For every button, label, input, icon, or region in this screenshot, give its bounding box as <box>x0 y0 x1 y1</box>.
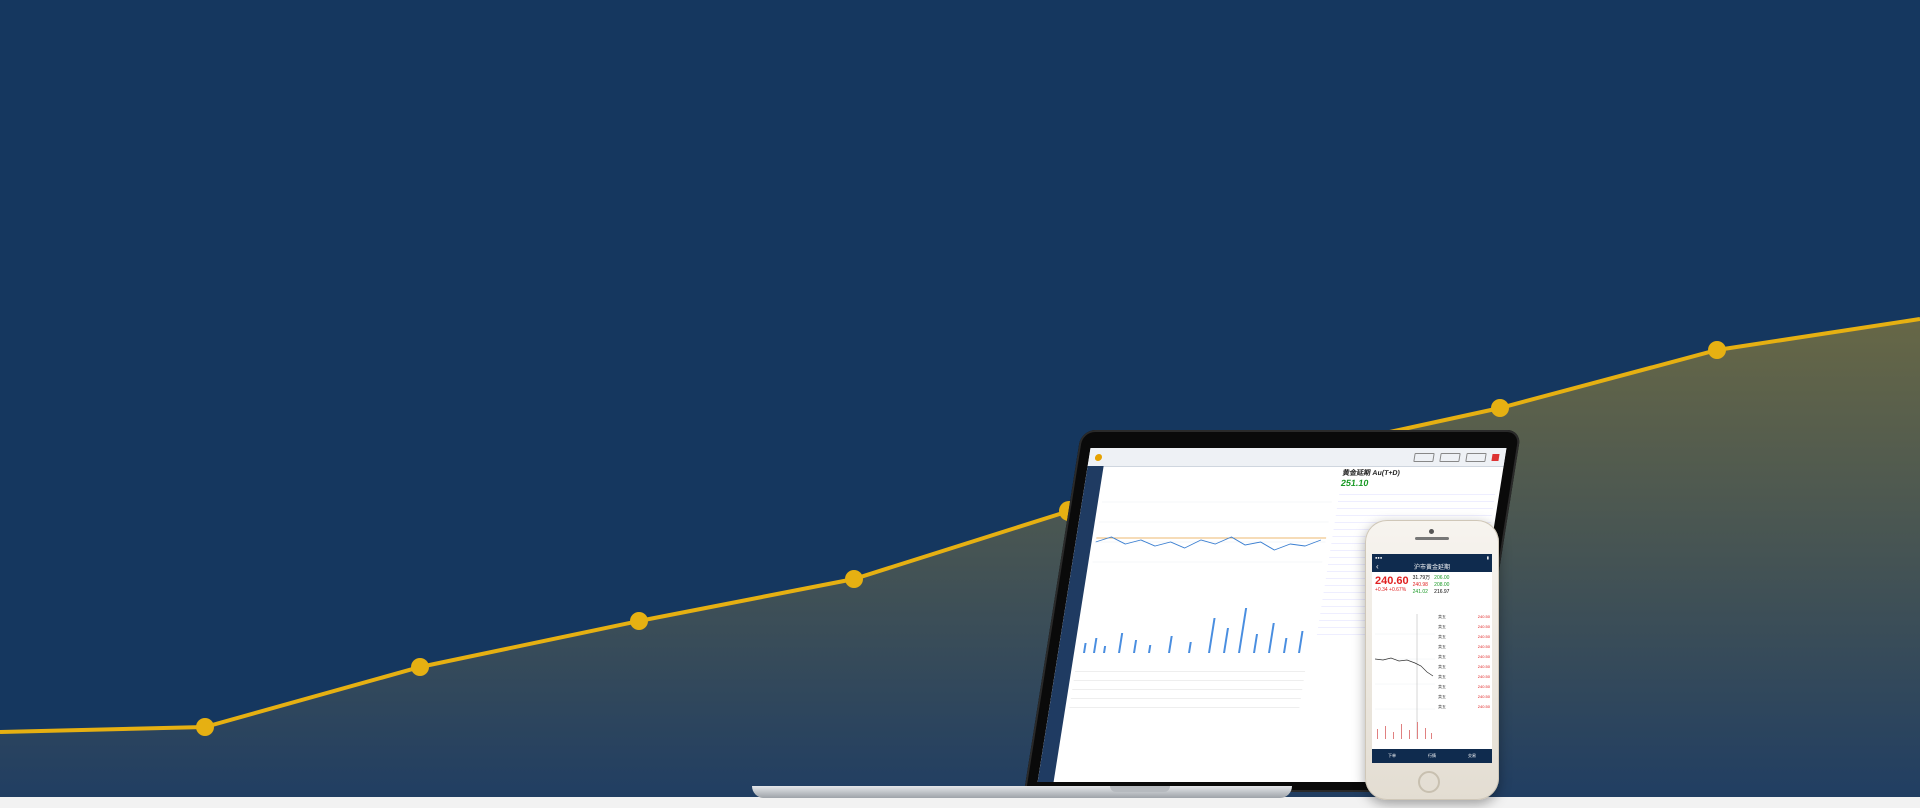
list-item[interactable] <box>1075 663 1307 672</box>
line-point <box>1491 399 1509 417</box>
order-row: 卖五 240.50 <box>1438 684 1490 689</box>
phone-stat: 240.98 <box>1412 582 1428 588</box>
phone-mockup: ●●● ▮ ‹ 沪市黄金延期 240.60 +0.34 +0.67% 31.79万… <box>1365 520 1499 800</box>
order-row: 卖五 240.50 <box>1438 704 1490 709</box>
tab-trade[interactable]: 交易 <box>1468 753 1476 759</box>
order-row: 卖五 240.50 <box>1438 624 1490 629</box>
phone-change: +0.34 +0.67% <box>1375 587 1407 593</box>
growth-line-graphic <box>0 317 1920 808</box>
hero-banner: 黄金延期 Au(T+D) 251.10 ●●● ▮ ‹ 沪市黄金延期 240.6… <box>0 0 1920 808</box>
tab-quote[interactable]: 行情 <box>1428 753 1436 759</box>
quote-name: 黄金延期 Au(T+D) <box>1341 470 1401 477</box>
quote-price: 251.10 <box>1340 478 1370 488</box>
line-point <box>411 658 429 676</box>
phone-title: 沪市黄金延期 <box>1413 564 1450 571</box>
toolbar-button[interactable] <box>1439 452 1461 462</box>
line-point <box>196 718 214 736</box>
price-chart <box>1092 501 1332 563</box>
list-item[interactable] <box>1069 699 1301 708</box>
phone-chart <box>1375 614 1435 739</box>
phone-quote: 240.60 +0.34 +0.67% 31.79万 240.98 241.02… <box>1372 572 1492 599</box>
order-row: 卖五 240.50 <box>1438 654 1490 659</box>
order-row: 卖五 240.50 <box>1438 634 1490 639</box>
order-row: 卖五 240.50 <box>1438 694 1490 699</box>
volume-chart <box>1083 608 1304 653</box>
phone-stat: 31.79万 <box>1412 575 1431 581</box>
phone-tabbar: 下单 行情 交易 <box>1372 749 1492 763</box>
toolbar-button[interactable] <box>1465 452 1487 462</box>
close-icon[interactable] <box>1491 453 1500 461</box>
phone-screen: ●●● ▮ ‹ 沪市黄金延期 240.60 +0.34 +0.67% 31.79万… <box>1372 554 1492 763</box>
price-line <box>1095 536 1322 551</box>
order-row: 卖五 240.50 <box>1438 644 1490 649</box>
area-fill <box>0 319 1920 808</box>
list-item[interactable] <box>1072 681 1304 690</box>
order-row: 卖五 240.50 <box>1438 614 1490 619</box>
camera-icon <box>1429 529 1434 534</box>
order-row: 卖五 240.50 <box>1438 674 1490 679</box>
app-logo-icon <box>1094 453 1103 461</box>
order-row: 卖五 240.50 <box>1438 664 1490 669</box>
phone-navbar: ‹ 沪市黄金延期 <box>1372 560 1492 572</box>
line-point <box>1708 341 1726 359</box>
speaker-icon <box>1415 537 1449 540</box>
phone-stat: 241.02 <box>1412 589 1428 595</box>
toolbar-button[interactable] <box>1413 452 1435 462</box>
phone-stat: 206.00 <box>1434 575 1450 581</box>
line-point <box>845 570 863 588</box>
phone-price: 240.60 <box>1375 575 1409 587</box>
list-item[interactable] <box>1073 672 1306 681</box>
bottom-strip <box>0 797 1920 808</box>
line-point <box>630 612 648 630</box>
phone-stat: 216.97 <box>1434 589 1450 595</box>
laptop-base <box>752 786 1292 798</box>
laptop-notch <box>1110 786 1170 792</box>
tab-order[interactable]: 下单 <box>1388 753 1396 759</box>
news-list <box>1064 663 1307 743</box>
app-titlebar <box>1087 448 1507 467</box>
home-button[interactable] <box>1418 771 1440 793</box>
order-book: 卖五 240.50 卖五 240.50 卖五 240.50 卖五 240.50 卖五 24… <box>1438 614 1490 714</box>
list-item[interactable] <box>1070 690 1303 699</box>
back-icon[interactable]: ‹ <box>1376 562 1379 571</box>
phone-stat: 208.00 <box>1434 582 1450 588</box>
